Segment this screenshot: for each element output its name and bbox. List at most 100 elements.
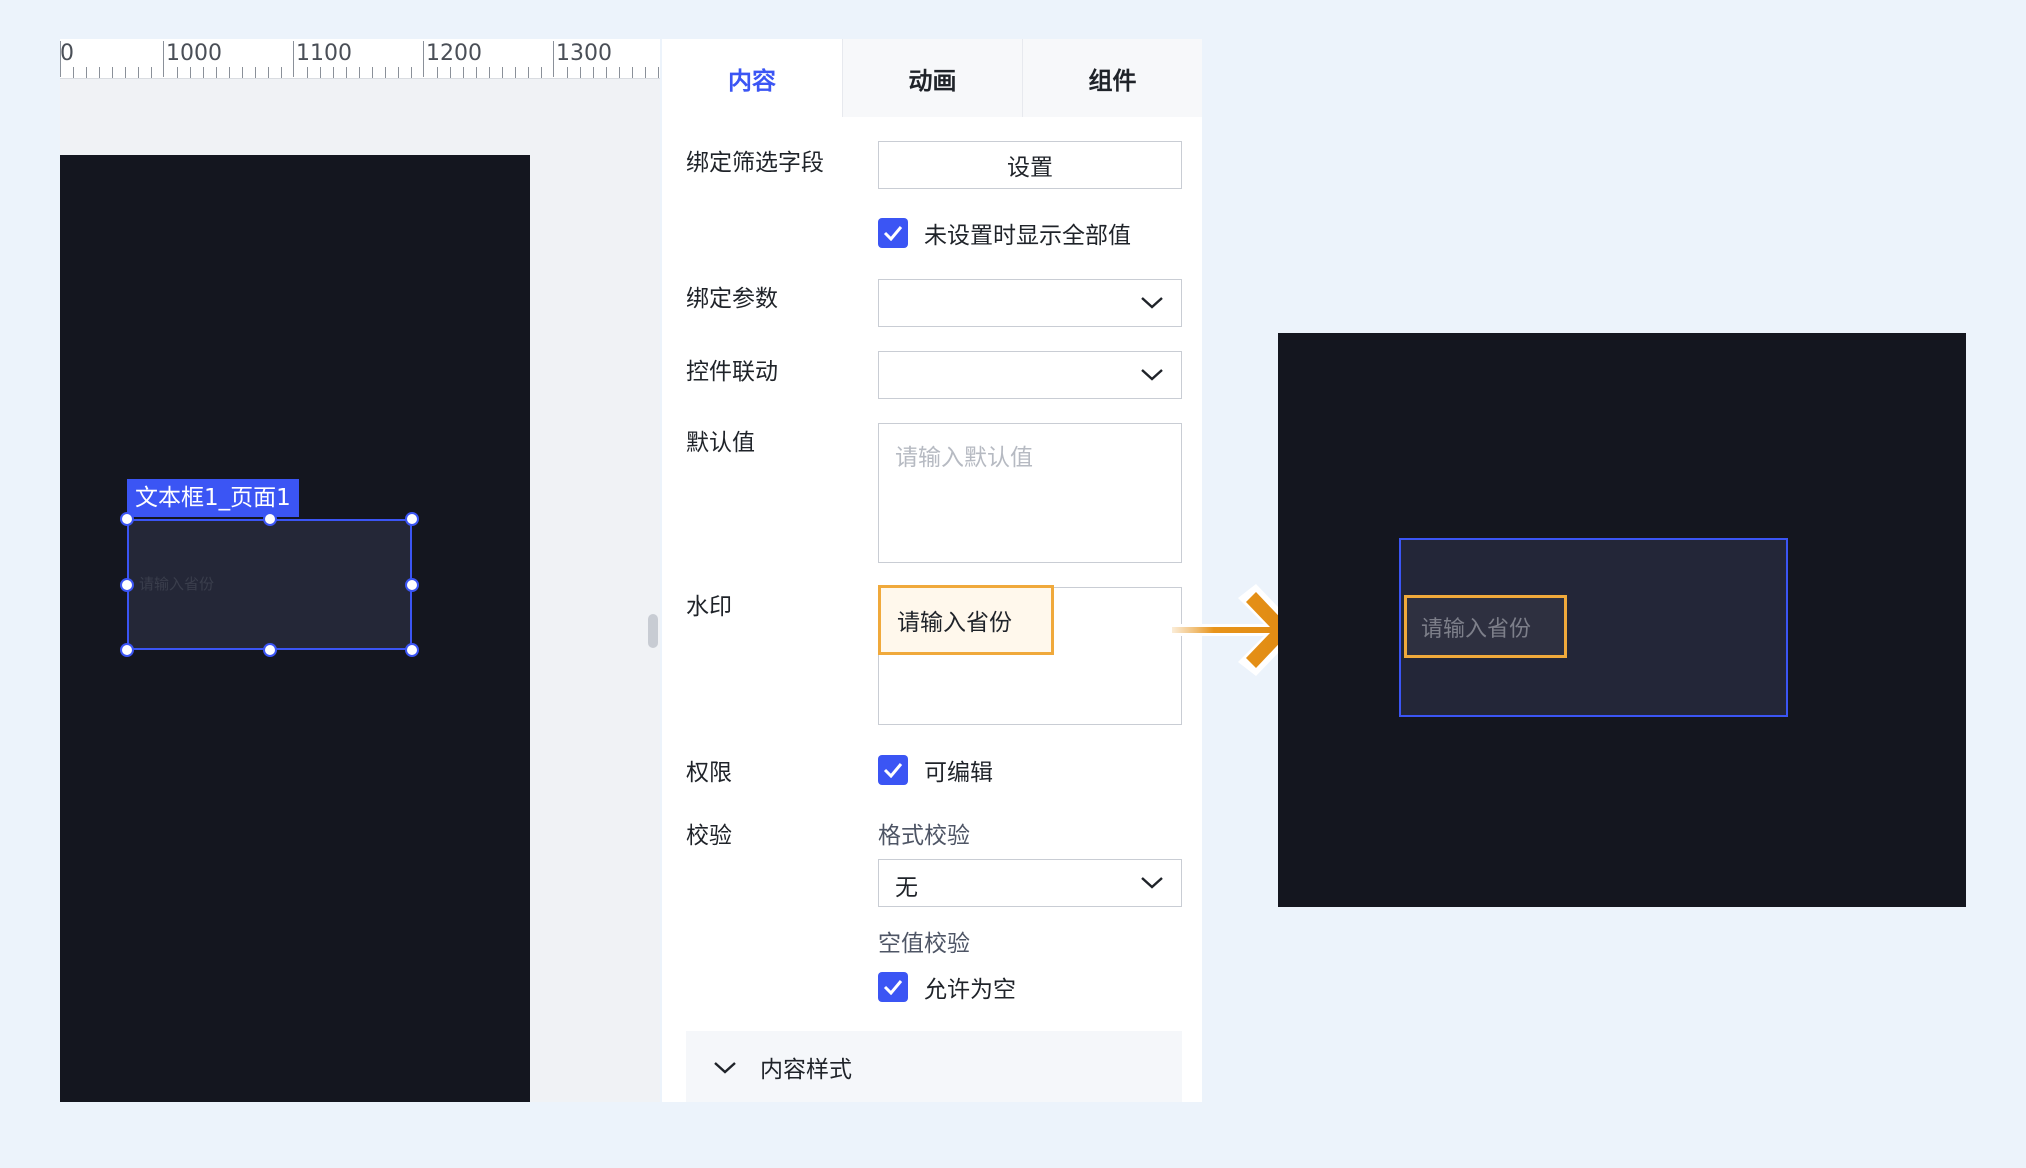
dark-page-canvas[interactable]: 文本框1_页面1 请输入省份	[60, 155, 530, 1102]
selected-textbox[interactable]: 请输入省份	[127, 519, 412, 650]
ruler-label: 1000	[166, 41, 222, 66]
allow-empty-checkbox[interactable]	[878, 972, 908, 1002]
ruler-minor-tick	[658, 67, 659, 78]
show-all-label: 未设置时显示全部值	[924, 223, 1131, 249]
permission-label: 权限	[686, 760, 732, 786]
allow-empty-label: 允许为空	[924, 977, 1016, 1003]
checkmark-icon	[883, 980, 903, 995]
ruler-minor-tick	[476, 67, 477, 78]
resize-handle-right[interactable]	[405, 578, 419, 592]
textbox-placeholder: 请输入省份	[139, 575, 215, 593]
ruler-minor-tick	[281, 67, 282, 78]
ruler-minor-tick	[333, 67, 334, 78]
ruler-minor-tick	[645, 67, 646, 78]
resize-handle-top-right[interactable]	[405, 512, 419, 526]
show-all-checkbox[interactable]	[878, 218, 908, 248]
panel-tabs: 内容 动画 组件	[662, 39, 1202, 117]
ruler-minor-tick	[606, 67, 607, 78]
ruler-minor-tick	[411, 67, 412, 78]
set-filter-field-button[interactable]: 设置	[878, 141, 1182, 189]
ruler-label: 1200	[426, 41, 482, 66]
ruler-minor-tick	[99, 67, 100, 78]
horizontal-ruler: 0 1000 1100 1200 1300	[60, 39, 660, 79]
ruler-minor-tick	[151, 67, 152, 78]
ruler-minor-tick	[463, 67, 464, 78]
watermark-value-highlight[interactable]: 请输入省份	[878, 585, 1054, 655]
ruler-minor-tick	[86, 67, 87, 78]
ruler-minor-tick	[593, 67, 594, 78]
ruler-minor-tick	[515, 67, 516, 78]
ruler-minor-tick	[372, 67, 373, 78]
ruler-minor-tick	[450, 67, 451, 78]
bind-param-select[interactable]	[878, 279, 1182, 327]
ruler-label: 0	[60, 41, 74, 66]
ruler-minor-tick	[541, 67, 542, 78]
editable-option[interactable]: 可编辑	[878, 753, 993, 787]
ruler-minor-tick	[632, 67, 633, 78]
allow-empty-option[interactable]: 允许为空	[878, 970, 1016, 1004]
control-link-select[interactable]	[878, 351, 1182, 399]
default-value-label: 默认值	[686, 430, 755, 456]
tab-content[interactable]: 内容	[662, 39, 842, 117]
ruler-minor-tick	[346, 67, 347, 78]
format-validation-select[interactable]: 无	[878, 859, 1182, 907]
ruler-major-tick	[163, 41, 164, 77]
ruler-minor-tick	[203, 67, 204, 78]
show-all-when-unset-option[interactable]: 未设置时显示全部值	[878, 216, 1131, 250]
editor-canvas-area: 0 1000 1100 1200 1300 文本框1_页面1 请输入省份	[60, 39, 660, 1102]
validation-label: 校验	[686, 823, 732, 849]
ruler-minor-tick	[528, 67, 529, 78]
ruler-minor-tick	[216, 67, 217, 78]
panel-resize-grip[interactable]	[648, 614, 658, 648]
format-validation-label: 格式校验	[878, 823, 970, 849]
preview-canvas: 请输入省份	[1278, 333, 1966, 907]
ruler-minor-tick	[567, 67, 568, 78]
ruler-minor-tick	[489, 67, 490, 78]
ruler-minor-tick	[73, 67, 74, 78]
editable-checkbox[interactable]	[878, 755, 908, 785]
content-style-label: 内容样式	[760, 1056, 852, 1083]
checkmark-icon	[883, 763, 903, 778]
property-panel: 内容 动画 组件 绑定筛选字段 设置 未设置时显示全部值 绑定参数 控件联动 默…	[662, 39, 1202, 1102]
preview-textbox[interactable]: 请输入省份	[1399, 538, 1788, 717]
ruler-minor-tick	[437, 67, 438, 78]
ruler-minor-tick	[125, 67, 126, 78]
bind-param-label: 绑定参数	[686, 286, 778, 312]
ruler-major-tick	[553, 41, 554, 77]
ruler-major-tick	[293, 41, 294, 77]
content-style-section-header[interactable]: 内容样式	[686, 1031, 1182, 1102]
resize-handle-bottom-right[interactable]	[405, 643, 419, 657]
ruler-major-tick	[423, 41, 424, 77]
ruler-minor-tick	[268, 67, 269, 78]
resize-handle-top[interactable]	[263, 512, 277, 526]
ruler-minor-tick	[385, 67, 386, 78]
default-value-placeholder: 请输入默认值	[895, 445, 1033, 471]
selection-tag: 文本框1_页面1	[127, 479, 299, 517]
tab-component[interactable]: 组件	[1022, 39, 1202, 117]
ruler-minor-tick	[580, 67, 581, 78]
format-validation-value: 无	[895, 875, 918, 901]
preview-input-placeholder[interactable]: 请输入省份	[1404, 595, 1567, 658]
resize-handle-left[interactable]	[120, 578, 134, 592]
editable-label: 可编辑	[924, 760, 993, 786]
tab-animation[interactable]: 动画	[842, 39, 1022, 117]
ruler-minor-tick	[229, 67, 230, 78]
empty-validation-label: 空值校验	[878, 931, 970, 957]
chevron-down-icon	[714, 1061, 736, 1074]
ruler-minor-tick	[359, 67, 360, 78]
ruler-minor-tick	[502, 67, 503, 78]
ruler-minor-tick	[190, 67, 191, 78]
ruler-label: 1300	[556, 41, 612, 66]
checkmark-icon	[883, 226, 903, 241]
ruler-minor-tick	[242, 67, 243, 78]
resize-handle-top-left[interactable]	[120, 512, 134, 526]
control-link-label: 控件联动	[686, 359, 778, 385]
resize-handle-bottom-left[interactable]	[120, 643, 134, 657]
default-value-textarea[interactable]: 请输入默认值	[878, 423, 1182, 563]
ruler-minor-tick	[177, 67, 178, 78]
resize-handle-bottom[interactable]	[263, 643, 277, 657]
ruler-minor-tick	[255, 67, 256, 78]
ruler-minor-tick	[138, 67, 139, 78]
ruler-minor-tick	[619, 67, 620, 78]
chevron-down-icon	[1141, 369, 1163, 381]
